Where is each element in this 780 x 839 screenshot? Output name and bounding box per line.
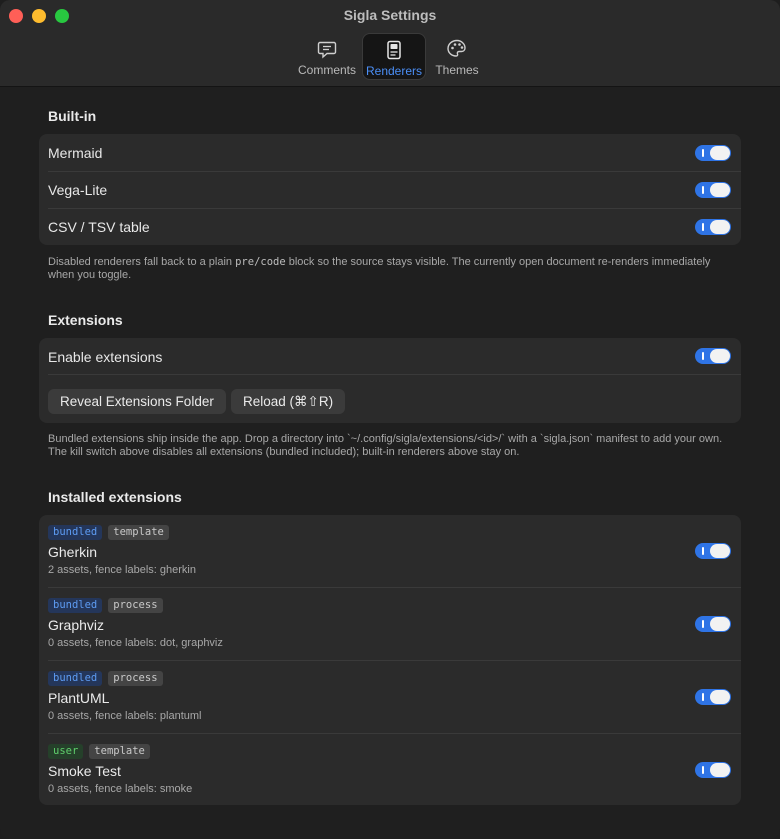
extension-details: 0 assets, fence labels: smoke <box>48 783 193 795</box>
extension-row-graphviz: bundled process Graphviz 0 assets, fence… <box>39 588 741 661</box>
extension-details: 0 assets, fence labels: dot, graphviz <box>48 637 223 649</box>
renderer-label: CSV / TSV table <box>48 219 150 235</box>
extension-name: Smoke Test <box>48 763 121 779</box>
tab-renderers[interactable]: Renderers <box>362 33 426 80</box>
renderer-label: Mermaid <box>48 145 103 161</box>
palette-icon <box>447 39 466 57</box>
source-badge: user <box>48 744 84 759</box>
extensions-note: Bundled extensions ship inside the app. … <box>48 433 723 458</box>
kind-badge: process <box>108 598 163 613</box>
renderer-label: Vega-Lite <box>48 182 108 198</box>
gherkin-toggle[interactable] <box>695 543 731 559</box>
source-badge: bundled <box>48 525 103 540</box>
tab-themes[interactable]: Themes <box>430 33 484 80</box>
extension-name: Graphviz <box>48 617 105 633</box>
builtin-row-csv-tsv: CSV / TSV table <box>39 208 741 245</box>
builtin-note: Disabled renderers fall back to a plain … <box>48 256 738 282</box>
vega-lite-toggle[interactable] <box>695 182 731 198</box>
builtin-row-mermaid: Mermaid <box>39 134 741 171</box>
extension-badges: bundled process <box>48 598 163 613</box>
smoke-test-toggle[interactable] <box>695 762 731 778</box>
extension-row-gherkin: bundled template Gherkin 2 assets, fence… <box>39 515 741 588</box>
installed-section-title: Installed extensions <box>48 489 182 505</box>
extension-row-plantuml: bundled process PlantUML 0 assets, fence… <box>39 661 741 734</box>
extension-name: PlantUML <box>48 690 110 706</box>
extensions-section-title: Extensions <box>48 312 123 328</box>
extension-row-smoke-test: user template Smoke Test 0 assets, fence… <box>39 734 741 807</box>
settings-tabs: Comments Renderers Themes <box>0 33 780 80</box>
tab-label: Renderers <box>365 64 423 78</box>
tab-label: Comments <box>297 63 356 77</box>
builtin-card: Mermaid Vega-Lite CSV / TSV table <box>39 134 741 245</box>
extension-details: 2 assets, fence labels: gherkin <box>48 564 196 576</box>
kind-badge: template <box>108 525 169 540</box>
renderer-document-icon <box>387 40 401 60</box>
enable-extensions-label: Enable extensions <box>48 349 163 365</box>
builtin-row-vega-lite: Vega-Lite <box>39 171 741 208</box>
extensions-card: Enable extensions Reveal Extensions Fold… <box>39 338 741 423</box>
reload-extensions-button[interactable]: Reload (⌘⇧R) <box>231 389 346 414</box>
enable-extensions-row: Enable extensions <box>39 338 741 375</box>
comment-bubble-icon <box>317 41 337 59</box>
tab-comments[interactable]: Comments <box>296 33 358 80</box>
extension-badges: user template <box>48 744 150 759</box>
extension-badges: bundled process <box>48 671 163 686</box>
note-text: Disabled renderers fall back to a plain <box>48 256 236 268</box>
builtin-section-title: Built-in <box>48 108 97 124</box>
installed-extensions-card: bundled template Gherkin 2 assets, fence… <box>39 515 741 805</box>
extension-badges: bundled template <box>48 525 169 540</box>
enable-extensions-toggle[interactable] <box>695 348 731 364</box>
note-code: pre/code <box>235 256 286 268</box>
source-badge: bundled <box>48 598 103 613</box>
toolbar: Sigla Settings Comments Renderers Themes <box>0 0 780 87</box>
reveal-extensions-folder-button[interactable]: Reveal Extensions Folder <box>48 389 226 414</box>
graphviz-toggle[interactable] <box>695 616 731 632</box>
extension-details: 0 assets, fence labels: plantuml <box>48 710 202 722</box>
extension-name: Gherkin <box>48 544 98 560</box>
settings-window: Sigla Settings Comments Renderers Themes… <box>0 0 780 839</box>
mermaid-toggle[interactable] <box>695 145 731 161</box>
window-title: Sigla Settings <box>343 7 437 23</box>
plantuml-toggle[interactable] <box>695 689 731 705</box>
kind-badge: process <box>108 671 163 686</box>
kind-badge: template <box>89 744 150 759</box>
tab-label: Themes <box>435 63 479 77</box>
csv-tsv-toggle[interactable] <box>695 219 731 235</box>
source-badge: bundled <box>48 671 103 686</box>
